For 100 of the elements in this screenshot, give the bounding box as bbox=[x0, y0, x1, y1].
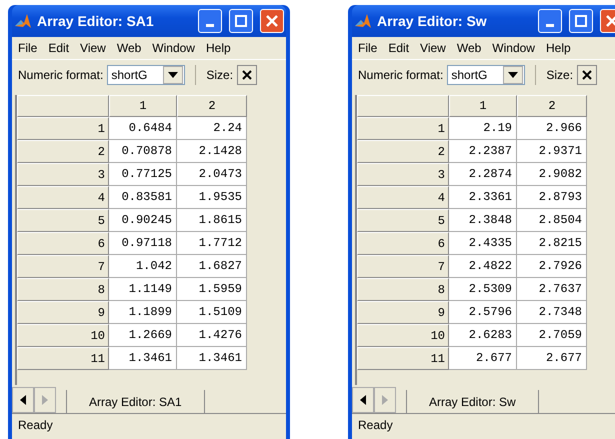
table-cell[interactable]: 2.7926 bbox=[517, 255, 587, 278]
menu-item[interactable]: Edit bbox=[44, 41, 76, 55]
table-cell[interactable]: 2.8793 bbox=[517, 186, 587, 209]
document-tab[interactable]: Array Editor: Sw bbox=[406, 390, 539, 414]
table-cell[interactable]: 2.4822 bbox=[449, 255, 517, 278]
table-cell[interactable]: 1.6827 bbox=[177, 255, 247, 278]
table-cell[interactable]: 2.9371 bbox=[517, 140, 587, 163]
row-header[interactable]: 4 bbox=[17, 186, 109, 209]
menu-item[interactable]: Help bbox=[202, 41, 238, 55]
size-button[interactable] bbox=[237, 65, 258, 85]
menu-item[interactable]: Edit bbox=[384, 41, 416, 55]
table-cell[interactable]: 0.90245 bbox=[109, 209, 177, 232]
row-header[interactable]: 5 bbox=[17, 209, 109, 232]
status-text: Ready bbox=[357, 417, 394, 434]
minimize-button[interactable] bbox=[198, 9, 222, 33]
row-header[interactable]: 7 bbox=[17, 255, 109, 278]
row-header[interactable]: 8 bbox=[357, 278, 449, 301]
row-header[interactable]: 9 bbox=[17, 301, 109, 324]
menu-item[interactable]: Window bbox=[148, 41, 202, 55]
table-cell[interactable]: 1.4276 bbox=[177, 324, 247, 347]
table-cell[interactable]: 1.2669 bbox=[109, 324, 177, 347]
row-header[interactable]: 7 bbox=[357, 255, 449, 278]
column-header[interactable]: 2 bbox=[177, 95, 247, 117]
table-cell[interactable]: 2.677 bbox=[449, 347, 517, 370]
document-tab[interactable]: Array Editor: SA1 bbox=[66, 390, 205, 414]
row-header[interactable]: 5 bbox=[357, 209, 449, 232]
row-header[interactable]: 6 bbox=[17, 232, 109, 255]
size-button[interactable] bbox=[577, 65, 598, 85]
row-header[interactable]: 2 bbox=[17, 140, 109, 163]
table-cell[interactable]: 1.1149 bbox=[109, 278, 177, 301]
table-cell[interactable]: 1.9535 bbox=[177, 186, 247, 209]
menu-item[interactable]: Help bbox=[542, 41, 578, 55]
row-header[interactable]: 1 bbox=[357, 117, 449, 140]
row-header[interactable]: 3 bbox=[17, 163, 109, 186]
maximize-button[interactable] bbox=[229, 9, 253, 33]
table-cell[interactable]: 2.0473 bbox=[177, 163, 247, 186]
table-cell[interactable]: 0.77125 bbox=[109, 163, 177, 186]
row-header[interactable]: 1 bbox=[17, 117, 109, 140]
cross-icon bbox=[582, 70, 592, 80]
menu-item[interactable]: View bbox=[76, 41, 113, 55]
table-cell[interactable]: 2.6283 bbox=[449, 324, 517, 347]
table-cell[interactable]: 1.7712 bbox=[177, 232, 247, 255]
row-header[interactable]: 3 bbox=[357, 163, 449, 186]
menu-item[interactable]: File bbox=[14, 41, 44, 55]
table-cell[interactable]: 0.6484 bbox=[109, 117, 177, 140]
row-header[interactable]: 11 bbox=[17, 347, 109, 370]
minimize-button[interactable] bbox=[538, 9, 562, 33]
table-cell[interactable]: 1.042 bbox=[109, 255, 177, 278]
table-cell[interactable]: 0.83581 bbox=[109, 186, 177, 209]
table-cell[interactable]: 2.677 bbox=[517, 347, 587, 370]
menu-item[interactable]: Web bbox=[112, 41, 148, 55]
table-cell[interactable]: 1.1899 bbox=[109, 301, 177, 324]
row-header[interactable]: 8 bbox=[17, 278, 109, 301]
table-cell[interactable]: 2.9082 bbox=[517, 163, 587, 186]
table-cell[interactable]: 2.2874 bbox=[449, 163, 517, 186]
table-cell[interactable]: 2.2387 bbox=[449, 140, 517, 163]
row-header[interactable]: 10 bbox=[17, 324, 109, 347]
row-header[interactable]: 11 bbox=[357, 347, 449, 370]
scroll-left-button[interactable] bbox=[352, 387, 374, 413]
table-cell[interactable]: 2.24 bbox=[177, 117, 247, 140]
table-cell[interactable]: 1.5959 bbox=[177, 278, 247, 301]
table-cell[interactable]: 2.8215 bbox=[517, 232, 587, 255]
table-cell[interactable]: 2.3361 bbox=[449, 186, 517, 209]
table-cell[interactable]: 1.8615 bbox=[177, 209, 247, 232]
format-dropdown[interactable]: shortG bbox=[107, 65, 186, 85]
table-cell[interactable]: 2.966 bbox=[517, 117, 587, 140]
column-header[interactable]: 2 bbox=[517, 95, 587, 117]
menu-item[interactable]: Web bbox=[452, 41, 488, 55]
format-dropdown[interactable]: shortG bbox=[447, 65, 526, 85]
column-header[interactable]: 1 bbox=[449, 95, 517, 117]
row-header[interactable]: 4 bbox=[357, 186, 449, 209]
menu-item[interactable]: File bbox=[354, 41, 384, 55]
table-cell[interactable]: 0.70878 bbox=[109, 140, 177, 163]
table-cell[interactable]: 2.7637 bbox=[517, 278, 587, 301]
scroll-left-button[interactable] bbox=[12, 387, 34, 413]
column-header[interactable]: 1 bbox=[109, 95, 177, 117]
table-cell[interactable]: 2.8504 bbox=[517, 209, 587, 232]
window-title: Array Editor: Sw bbox=[377, 13, 488, 29]
table-cell[interactable]: 2.3848 bbox=[449, 209, 517, 232]
row-header[interactable]: 10 bbox=[357, 324, 449, 347]
table-cell[interactable]: 2.1428 bbox=[177, 140, 247, 163]
table-cell[interactable]: 2.7348 bbox=[517, 301, 587, 324]
left-triangle-icon bbox=[20, 395, 26, 405]
maximize-button[interactable] bbox=[569, 9, 593, 33]
table-cell[interactable]: 2.5309 bbox=[449, 278, 517, 301]
menu-item[interactable]: View bbox=[416, 41, 453, 55]
table-cell[interactable]: 1.3461 bbox=[177, 347, 247, 370]
table-cell[interactable]: 2.19 bbox=[449, 117, 517, 140]
table-cell[interactable]: 2.7059 bbox=[517, 324, 587, 347]
table-cell[interactable]: 1.3461 bbox=[109, 347, 177, 370]
row-header[interactable]: 9 bbox=[357, 301, 449, 324]
row-header[interactable]: 6 bbox=[357, 232, 449, 255]
table-cell[interactable]: 2.5796 bbox=[449, 301, 517, 324]
table-cell[interactable]: 1.5109 bbox=[177, 301, 247, 324]
table-cell[interactable]: 0.97118 bbox=[109, 232, 177, 255]
close-button[interactable] bbox=[260, 9, 284, 33]
row-header[interactable]: 2 bbox=[357, 140, 449, 163]
menu-item[interactable]: Window bbox=[488, 41, 542, 55]
table-cell[interactable]: 2.4335 bbox=[449, 232, 517, 255]
status-text: Ready bbox=[17, 417, 54, 434]
